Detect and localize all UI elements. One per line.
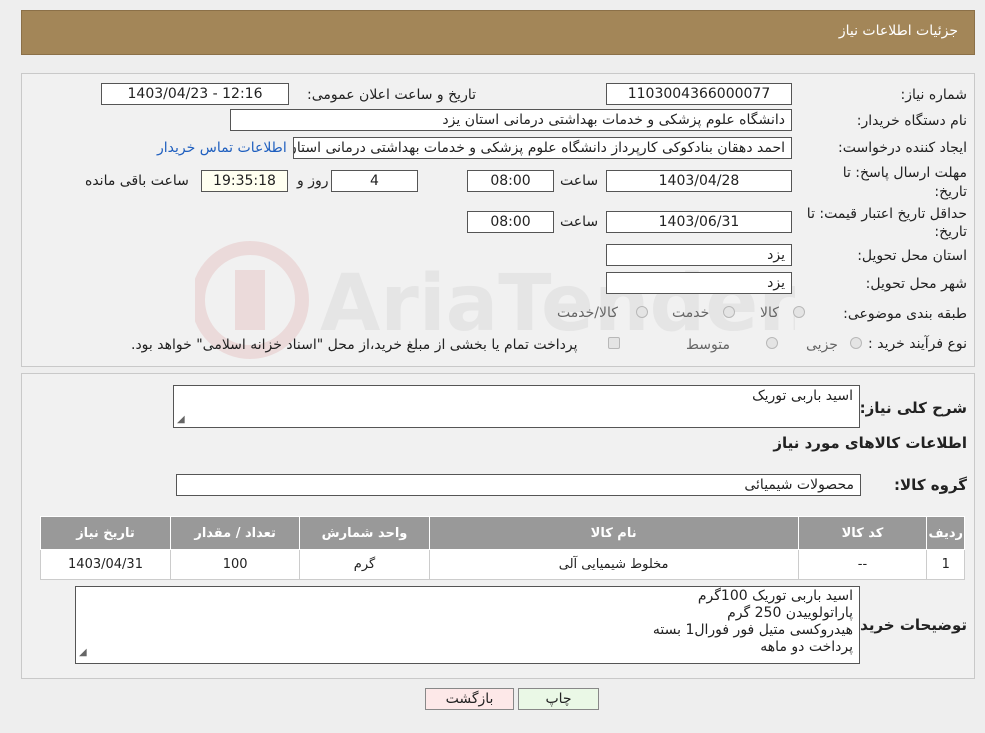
category-radio-goods[interactable] [793,306,805,318]
treasury-payment-note: پرداخت تمام یا بخشی از مبلغ خرید،از محل … [131,337,578,353]
category-label: طبقه بندی موضوعی: [843,306,967,322]
col-unit: واحد شمارش [299,516,430,550]
col-need-date: تاریخ نیاز [40,516,171,550]
deadline-label-date: تاریخ: [934,184,967,200]
buyer-contact-link[interactable]: اطلاعات تماس خریدار [157,140,287,156]
category-option-service: خدمت [672,305,710,321]
cell-need-date: 1403/04/31 [40,549,171,580]
price-validity-label-date: تاریخ: [934,224,967,240]
resize-grip-icon[interactable]: ◢ [177,414,185,425]
category-radio-service[interactable] [723,306,735,318]
cell-quantity: 100 [169,549,301,580]
category-option-goods: کالا [760,305,779,321]
col-row-number: ردیف [926,516,965,550]
table-row: 1 -- مخلوط شیمیایی آلی گرم 100 1403/04/3… [40,549,965,580]
buyer-note-line: اسید باربی توریک 100گرم [697,588,853,604]
category-option-goods-service: کالا/خدمت [557,305,618,321]
cell-row-number: 1 [926,549,965,580]
col-goods-name: نام کالا [428,516,799,550]
delivery-province-field: یزد [606,244,792,266]
print-button[interactable]: چاپ [518,688,599,710]
price-validity-time-label: ساعت [560,214,599,230]
deadline-time-field: 08:00 [467,170,554,192]
days-remaining-field: 4 [331,170,418,192]
description-label: شرح کلی نیاز: [859,399,967,417]
buyer-note-line: پاراتولوییدن 250 گرم [727,605,853,621]
buyer-org-field: دانشگاه علوم پزشکی و خدمات بهداشتی درمان… [230,109,792,131]
requester-field: احمد دهقان بنادکوکی کارپرداز دانشگاه علو… [293,137,792,159]
delivery-province-label: استان محل تحویل: [857,248,967,264]
deadline-time-label: ساعت [560,173,599,189]
remaining-time-label: ساعت باقی مانده [85,173,189,189]
col-quantity: تعداد / مقدار [169,516,301,550]
resize-grip-icon[interactable]: ◢ [79,644,87,661]
goods-group-field: محصولات شیمیائی [176,474,861,496]
category-radio-goods-service[interactable] [636,306,648,318]
col-goods-code: کد کالا [797,516,928,550]
buyer-org-label: نام دستگاه خریدار: [856,113,967,129]
process-type-label: نوع فرآیند خرید : [868,336,967,352]
back-button[interactable]: بازگشت [425,688,514,710]
process-radio-medium[interactable] [766,337,778,349]
treasury-payment-checkbox[interactable] [608,337,620,349]
goods-table: ردیف کد کالا نام کالا واحد شمارش تعداد /… [40,516,965,580]
buyer-notes-textarea[interactable]: اسید باربی توریک 100گرم پاراتولوییدن 250… [75,586,860,664]
goods-group-label: گروه کالا: [894,476,967,494]
buyer-note-line: پرداخت دو ماهه [760,639,853,655]
need-number-label: شماره نیاز: [900,87,968,103]
cell-goods-code: -- [797,549,928,580]
process-option-minor: جزیی [806,337,838,353]
cell-goods-name: مخلوط شیمیایی آلی [428,549,799,580]
remaining-time-field: 19:35:18 [201,170,288,192]
description-textarea[interactable]: اسید باربی توریک ◢ [173,385,860,428]
announce-datetime-label: تاریخ و ساعت اعلان عمومی: [307,87,476,103]
goods-info-title: اطلاعات کالاهای مورد نیاز [773,434,967,452]
goods-table-header: ردیف کد کالا نام کالا واحد شمارش تعداد /… [40,516,965,550]
announce-datetime-field: 1403/04/23 - 12:16 [101,83,289,105]
description-text: اسید باربی توریک [752,388,853,404]
cell-unit: گرم [299,549,430,580]
delivery-city-label: شهر محل تحویل: [865,276,967,292]
deadline-date-field: 1403/04/28 [606,170,792,192]
days-label: روز و [297,173,329,189]
process-radio-minor[interactable] [850,337,862,349]
requester-label: ایجاد کننده درخواست: [838,140,967,156]
delivery-city-field: یزد [606,272,792,294]
price-validity-date-field: 1403/06/31 [606,211,792,233]
process-option-medium: متوسط [686,337,730,353]
price-validity-label: حداقل تاریخ اعتبار قیمت: تا [806,206,967,222]
page-header: جزئیات اطلاعات نیاز [21,10,975,55]
deadline-label: مهلت ارسال پاسخ: تا [842,165,967,181]
buyer-note-line: هیدروکسی متیل فور فورال1 بسته [652,622,853,638]
page-title: جزئیات اطلاعات نیاز [838,23,958,39]
price-validity-time-field: 08:00 [467,211,554,233]
need-number-field: 1103004366000077 [606,83,792,105]
